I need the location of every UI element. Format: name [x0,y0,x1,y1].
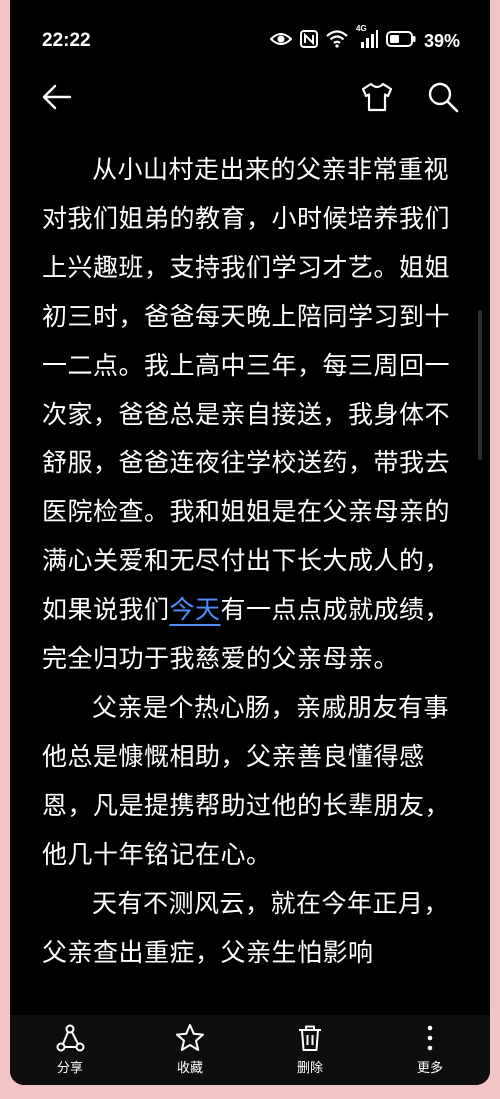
share-label: 分享 [56,1061,83,1076]
tshirt-icon[interactable] [360,80,394,118]
battery-icon [385,31,416,52]
delete-button[interactable]: 删除 [275,1015,345,1085]
paragraph-text: 从小山村走出来的父亲非常重视对我们姐弟的教育，小时候培养我们上兴趣班，支持我们学… [42,155,451,625]
favorite-label: 收藏 [176,1061,203,1076]
keyword-link[interactable]: 今天 [170,595,221,624]
article-paragraph: 从小山村走出来的父亲非常重视对我们姐弟的教育，小时候培养我们上兴趣班，支持我们学… [42,146,467,684]
bottom-action-bar: 分享 收藏 删除 更多 [10,1015,490,1085]
delete-label: 删除 [296,1061,323,1076]
more-button[interactable]: 更多 [395,1015,465,1085]
more-vertical-icon [395,1023,465,1053]
article-paragraph: 父亲是个热心肠，亲戚朋友有事他总是慷慨相助，父亲善良懂得感恩，凡是提携帮助过他的… [42,692,451,869]
status-time: 22:22 [42,30,91,51]
star-icon [155,1023,225,1053]
top-toolbar [10,70,490,126]
scrollbar[interactable] [478,310,482,460]
signal-icon: 4G [356,24,378,53]
phone-screen: 22:22 4G 39% 从小山村走出来的父亲非常重视对我们姐弟的教育，小时候培… [10,0,490,1085]
status-icons: 4G 39% [269,24,460,53]
battery-percentage: 39% [423,31,460,51]
favorite-button[interactable]: 收藏 [155,1015,225,1085]
share-icon [35,1023,105,1053]
network-type: 4G [355,24,367,33]
arrow-left-icon[interactable] [40,80,74,118]
article-body: 从小山村走出来的父亲非常重视对我们姐弟的教育，小时候培养我们上兴趣班，支持我们学… [42,146,467,1016]
eye-icon [269,31,293,52]
search-icon[interactable] [426,80,460,118]
wifi-icon [326,30,348,53]
trash-icon [275,1023,345,1053]
nfc-icon [299,30,318,53]
share-button[interactable]: 分享 [35,1015,105,1085]
status-bar: 22:22 4G 39% [10,0,490,51]
article-paragraph: 天有不测风云，就在今年正月，父亲查出重症，父亲生怕影响 [42,888,450,967]
more-label: 更多 [416,1061,443,1076]
